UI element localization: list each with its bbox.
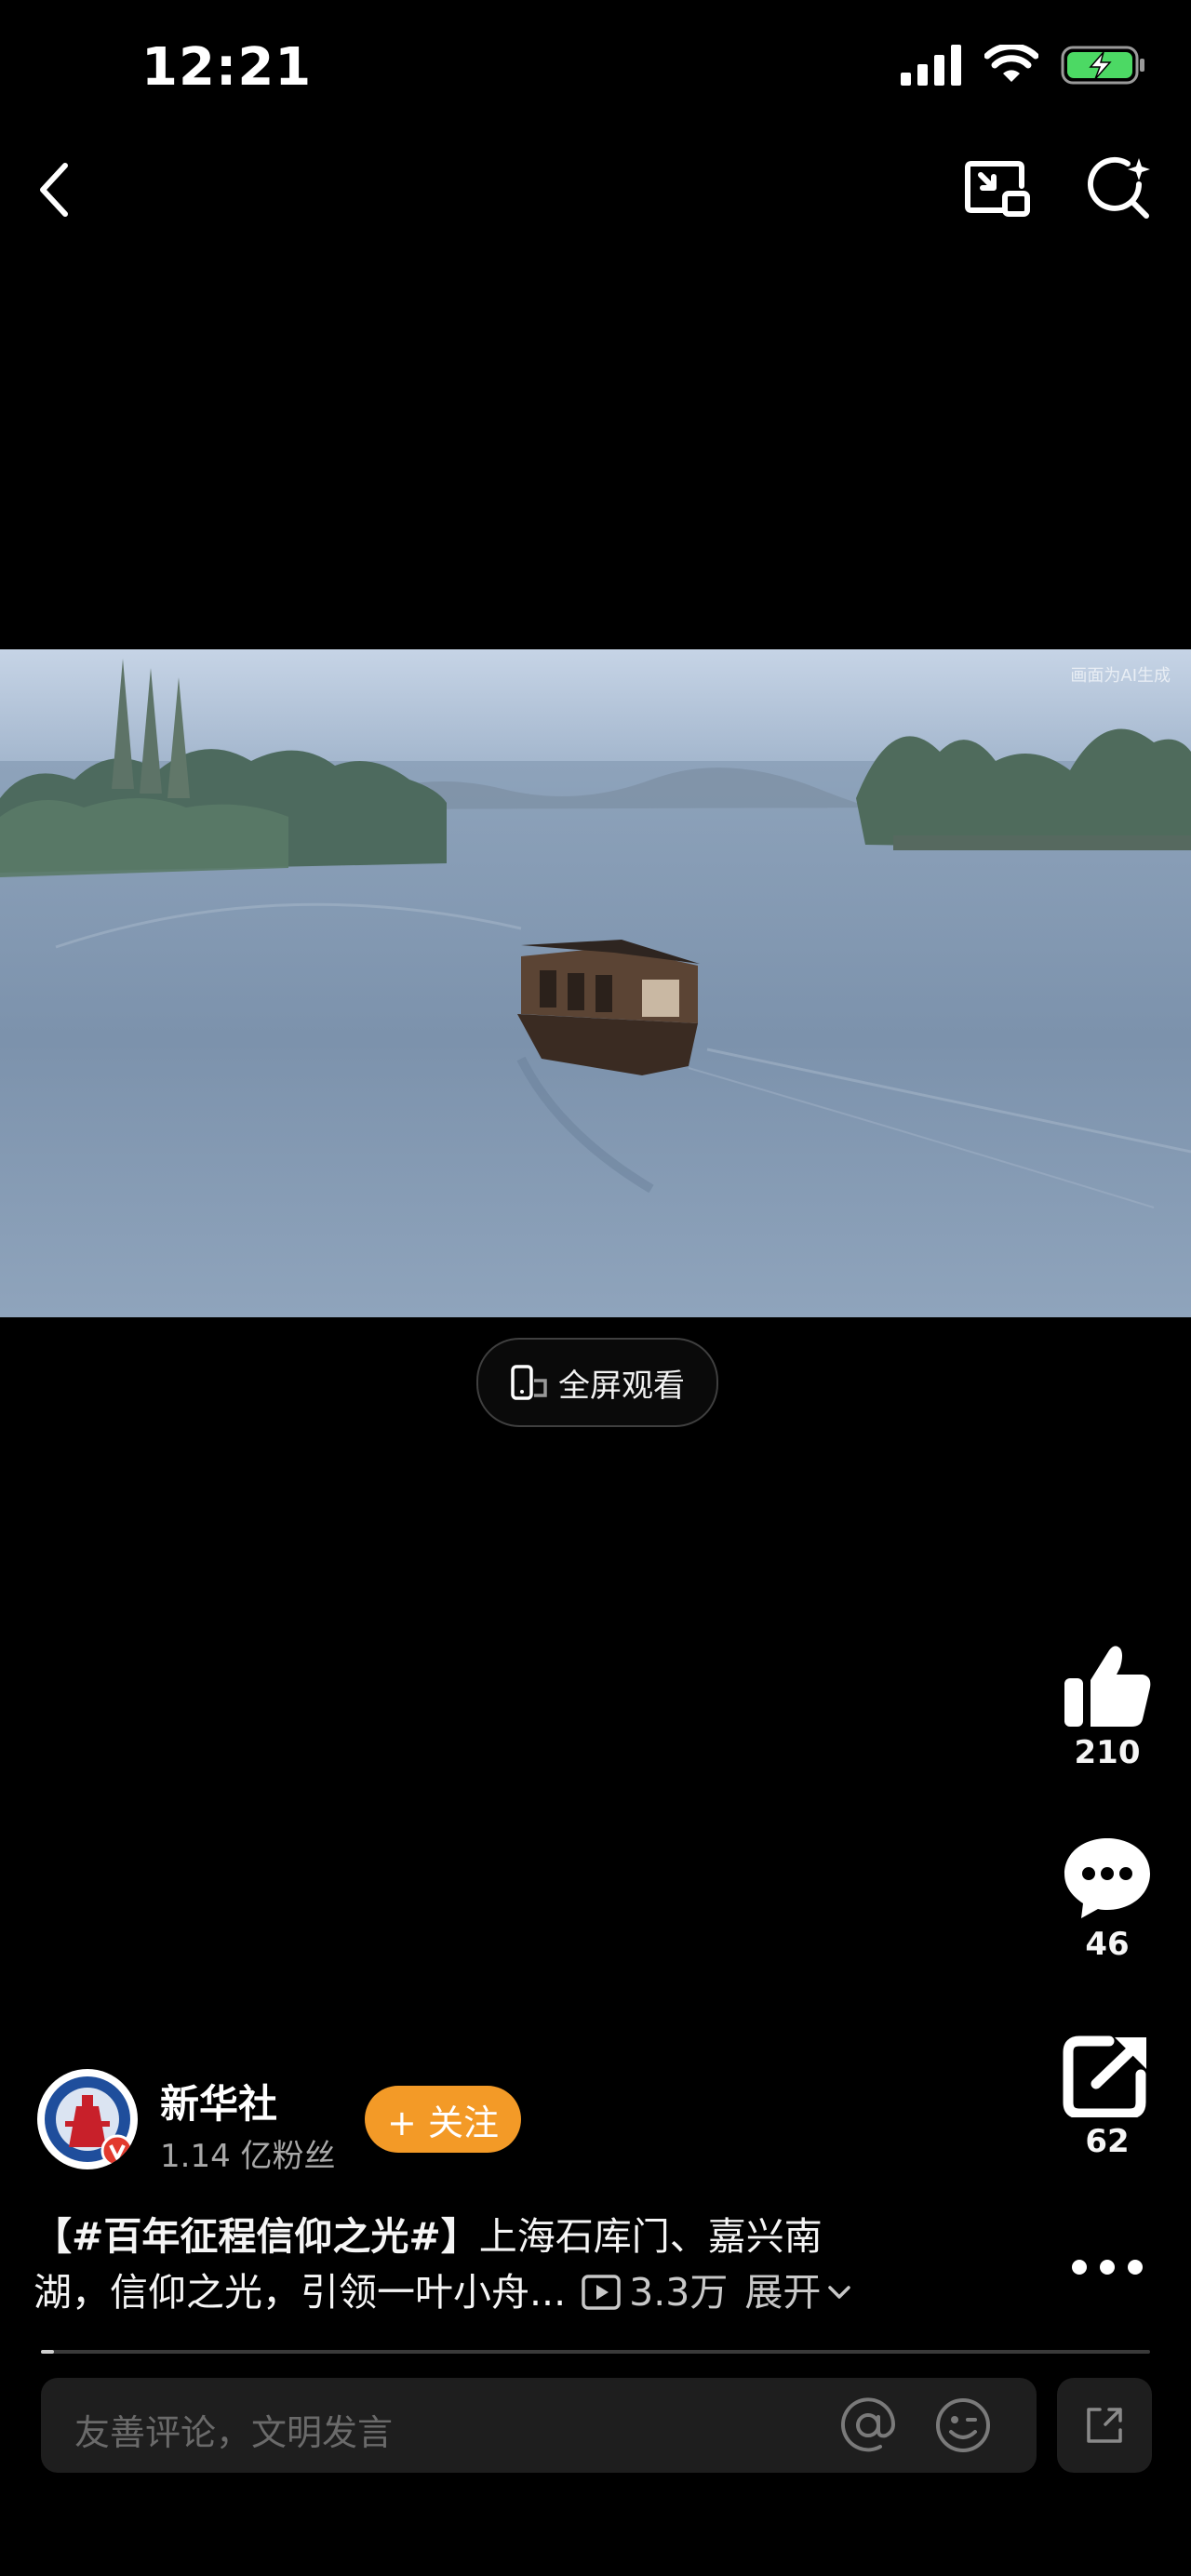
like-count: 210	[1074, 1734, 1141, 1771]
xinhua-logo-icon	[39, 2071, 136, 2168]
ai-search-icon	[1088, 156, 1150, 219]
share-count: 62	[1085, 2123, 1130, 2160]
video-progress-fill	[41, 2350, 55, 2354]
ai-generated-watermark: 画面为AI生成	[1070, 666, 1171, 686]
comment-count: 46	[1085, 1926, 1130, 1963]
video-progress-bar[interactable]	[41, 2350, 1150, 2354]
chevron-down-icon[interactable]	[826, 2283, 852, 2302]
fan-count: 1.14 亿粉丝	[160, 2138, 336, 2175]
follow-button[interactable]: + 关注	[365, 2086, 521, 2153]
video-frame-lake-boat	[0, 649, 1191, 1317]
comment-placeholder: 友善评论，文明发言	[74, 2412, 394, 2453]
fullscreen-button[interactable]: 全屏观看	[476, 1338, 718, 1427]
caption-hashtag[interactable]: 【#百年征程信仰之光#】	[33, 2214, 479, 2259]
caption-text-line2: 湖，信仰之光，引领一叶小舟...	[33, 2270, 567, 2315]
comment-bubble-icon	[1064, 1838, 1150, 1918]
video-player[interactable]: 画面为AI生成	[0, 649, 1191, 1317]
share-icon	[1063, 2035, 1146, 2117]
emoji-icon	[936, 2398, 990, 2452]
status-time: 12:21	[141, 37, 313, 98]
signal-icon	[901, 45, 961, 86]
boat	[517, 940, 700, 1075]
comment-input[interactable]: 友善评论，文明发言	[41, 2378, 1037, 2473]
play-count-icon	[582, 2275, 621, 2310]
mention-button[interactable]	[839, 2396, 897, 2458]
at-sign-icon	[841, 2397, 896, 2452]
fullscreen-phone-icon	[511, 1365, 547, 1400]
back-button[interactable]	[9, 145, 99, 234]
follow-label: + 关注	[387, 2102, 499, 2143]
status-icons	[901, 45, 1146, 86]
video-caption[interactable]: 【#百年征程信仰之光#】上海石库门、嘉兴南 湖，信仰之光，引领一叶小舟... 3…	[33, 2209, 1020, 2320]
caption-text-line1: 上海石库门、嘉兴南	[478, 2214, 823, 2259]
more-button[interactable]	[1061, 2244, 1154, 2290]
fullscreen-label: 全屏观看	[558, 1367, 685, 1405]
expand-comment-button[interactable]	[1057, 2378, 1152, 2473]
battery-charging-icon	[1061, 46, 1144, 85]
like-button[interactable]: 210	[1053, 1643, 1161, 1771]
picture-in-picture-button[interactable]	[953, 145, 1042, 234]
share-button[interactable]: 62	[1053, 2034, 1161, 2160]
play-count: 3.3万	[629, 2270, 729, 2315]
more-dots-icon	[1072, 2260, 1143, 2275]
ai-search-button[interactable]	[1076, 145, 1165, 234]
thumbs-up-icon	[1064, 1646, 1151, 1727]
author-avatar[interactable]	[37, 2069, 138, 2169]
emoji-button[interactable]	[934, 2396, 992, 2458]
wifi-icon	[984, 45, 1038, 82]
expand-caption-label[interactable]: 展开	[744, 2264, 821, 2320]
comment-button[interactable]: 46	[1053, 1835, 1161, 1963]
pip-icon	[965, 161, 1030, 217]
expand-icon	[1087, 2408, 1122, 2443]
chevron-left-icon	[40, 163, 68, 217]
author-name[interactable]: 新华社	[160, 2073, 277, 2129]
